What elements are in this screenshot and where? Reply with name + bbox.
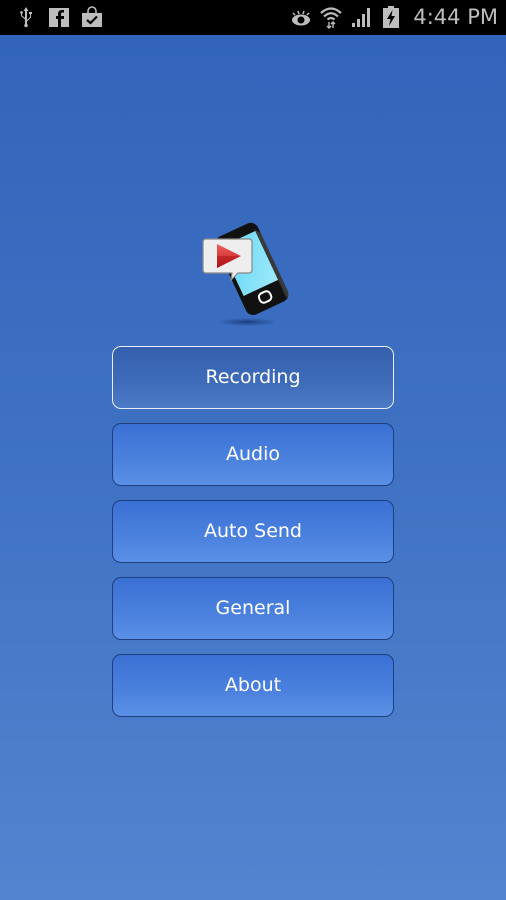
about-button[interactable]: About (112, 654, 394, 717)
auto-send-button[interactable]: Auto Send (112, 500, 394, 563)
facebook-icon (49, 8, 69, 27)
main-menu: Recording Audio Auto Send General About (112, 346, 394, 731)
usb-icon (20, 7, 32, 28)
recording-button[interactable]: Recording (112, 346, 394, 409)
eye-icon (292, 10, 311, 26)
clock: 4:44 PM (413, 5, 498, 29)
signal-icon (352, 8, 371, 27)
phone-with-play-bubble-icon (202, 222, 290, 326)
main-screen: Recording Audio Auto Send General About (0, 35, 506, 900)
shopping-bag-check-icon (82, 6, 102, 27)
audio-button[interactable]: Audio (112, 423, 394, 486)
general-button[interactable]: General (112, 577, 394, 640)
wifi-icon (320, 7, 343, 29)
status-bar: 4:44 PM (0, 0, 506, 35)
battery-charging-icon (383, 6, 400, 28)
